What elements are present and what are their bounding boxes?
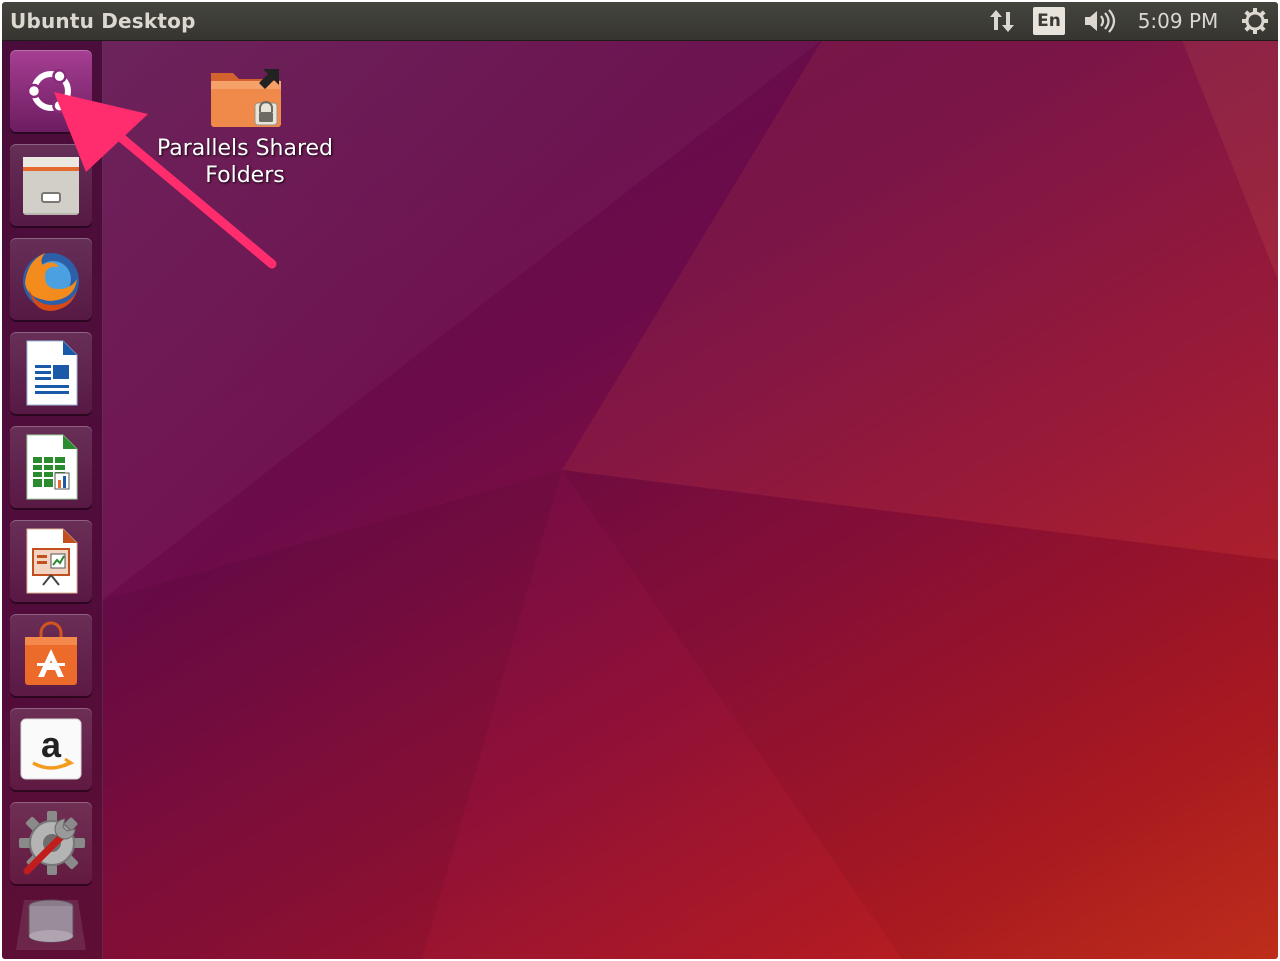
desktop-icon-parallels-shared-folders[interactable]: Parallels Shared Folders	[150, 65, 340, 195]
launcher-item-software[interactable]	[10, 614, 92, 696]
panel-indicators: En 5:09 PM	[980, 2, 1278, 40]
keyboard-indicator[interactable]: En	[1024, 2, 1074, 40]
amazon-icon: a	[20, 718, 82, 780]
keyboard-layout-badge: En	[1033, 7, 1065, 35]
desktop-background[interactable]: Parallels Shared Folders	[2, 40, 1278, 959]
desktop-icon-label-line1: Parallels Shared	[156, 136, 334, 161]
session-gear-icon	[1242, 8, 1268, 34]
window-title: Ubuntu Desktop	[10, 9, 196, 33]
launcher-item-amazon[interactable]: a	[10, 708, 92, 790]
system-settings-icon	[19, 811, 85, 875]
libreoffice-impress-icon	[26, 528, 78, 594]
desktop-icon-label-line2: Folders	[205, 163, 285, 188]
volume-icon	[1085, 9, 1116, 33]
launcher-item-firefox[interactable]	[10, 238, 92, 320]
libreoffice-calc-icon	[26, 434, 78, 500]
clock: 5:09 PM	[1137, 9, 1219, 33]
launcher-item-settings[interactable]	[10, 802, 92, 884]
ubuntu-software-icon	[25, 621, 77, 685]
launcher-item-calc[interactable]	[10, 426, 92, 508]
libreoffice-writer-icon	[26, 340, 78, 406]
ubuntu-screen: Parallels Shared Folders Ubuntu Desktop …	[2, 2, 1278, 959]
launcher-item-writer[interactable]	[10, 332, 92, 414]
session-indicator[interactable]	[1232, 2, 1278, 40]
launcher-item-impress[interactable]	[10, 520, 92, 602]
dash-ubuntu-icon	[26, 69, 71, 113]
network-transfer-icon	[990, 10, 1014, 32]
files-icon	[23, 157, 79, 215]
launcher: a	[2, 40, 103, 959]
launcher-item-trash[interactable]	[10, 892, 92, 952]
trash-icon	[16, 899, 86, 950]
network-indicator[interactable]	[980, 2, 1024, 40]
amazon-letter: a	[41, 724, 62, 765]
firefox-icon	[23, 253, 79, 311]
launcher-item-dash[interactable]	[10, 50, 92, 132]
sound-indicator[interactable]	[1074, 2, 1124, 40]
shared-folder-icon	[211, 69, 281, 127]
top-panel: Ubuntu Desktop En 5:09 PM	[2, 2, 1278, 40]
clock-indicator[interactable]: 5:09 PM	[1124, 2, 1232, 40]
launcher-item-files[interactable]	[10, 144, 92, 226]
